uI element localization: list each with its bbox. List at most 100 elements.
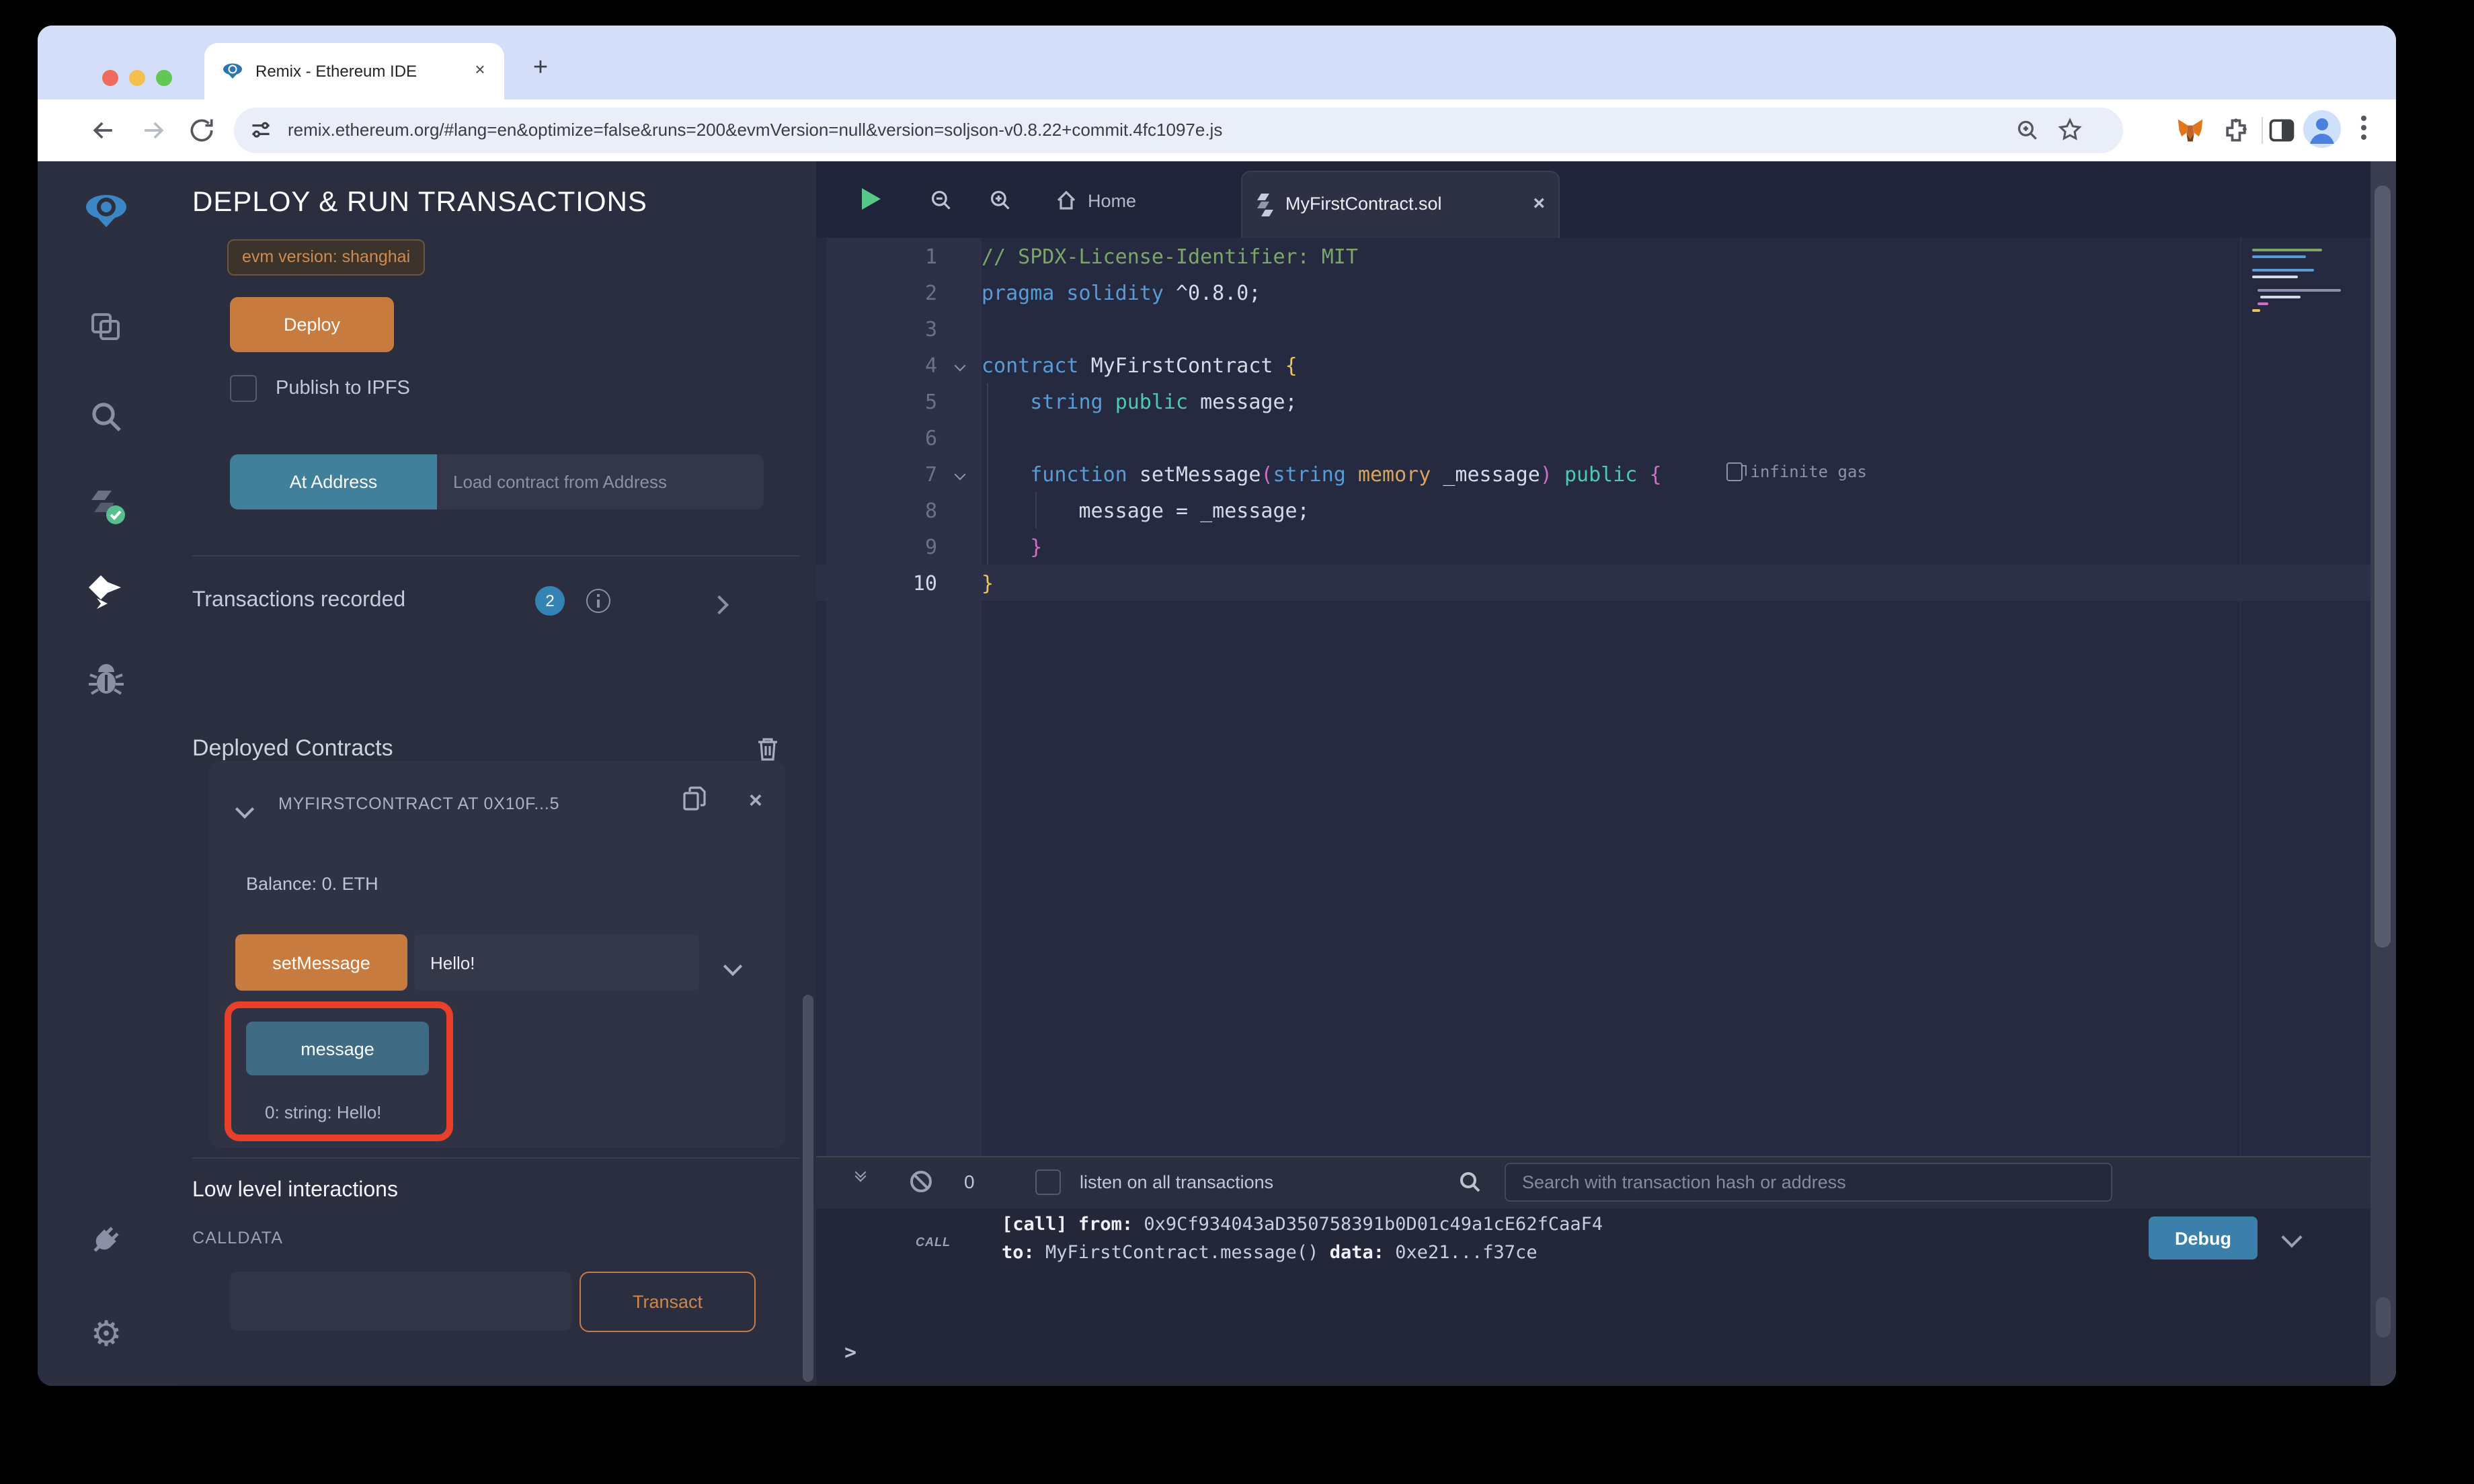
activity-rail: ⚙ — [38, 161, 176, 1386]
code-line[interactable]: 4contract MyFirstContract { — [816, 347, 2370, 383]
tab-title: Remix - Ethereum IDE — [255, 62, 417, 81]
at-address-button[interactable]: At Address — [230, 454, 437, 509]
expand-terminal-icon[interactable] — [856, 1172, 865, 1180]
extensions-icon[interactable] — [2221, 116, 2251, 145]
code-line[interactable]: 8 message = _message; — [816, 492, 2370, 528]
code-line[interactable]: 2pragma solidity ^0.8.0; — [816, 274, 2370, 311]
panel-scrollbar[interactable] — [803, 995, 813, 1382]
publish-ipfs-label: Publish to IPFS — [276, 378, 410, 399]
clear-console-icon[interactable] — [910, 1171, 932, 1192]
close-window-button[interactable] — [102, 70, 118, 86]
plugin-manager-icon[interactable] — [38, 1204, 175, 1274]
screen: Remix - Ethereum IDE × + remix.ethereum.… — [0, 0, 2474, 1484]
file-explorer-icon[interactable] — [38, 292, 175, 362]
message-result: 0: string: Hello! — [265, 1102, 381, 1122]
terminal-search-icon — [1459, 1171, 1482, 1194]
set-message-expand-chevron-icon[interactable] — [726, 956, 740, 980]
editor-toolbar: Home MyFirstContract.sol × — [816, 161, 2370, 238]
scrollbar-thumb[interactable] — [2375, 186, 2391, 948]
gas-annotation: infinite gas — [1726, 462, 1867, 481]
site-settings-icon[interactable] — [249, 118, 273, 142]
settings-gear-icon[interactable]: ⚙ — [38, 1298, 175, 1368]
contract-close-icon[interactable]: × — [749, 788, 762, 815]
code-line[interactable]: 1// SPDX-License-Identifier: MIT — [816, 238, 2370, 274]
zoom-window-button[interactable] — [156, 70, 172, 86]
info-icon[interactable] — [586, 589, 610, 613]
code-line[interactable]: 6 — [816, 419, 2370, 456]
zoom-page-icon[interactable] — [2016, 118, 2040, 142]
code-editor[interactable]: 1// SPDX-License-Identifier: MIT2pragma … — [816, 238, 2370, 1156]
at-address-input[interactable] — [437, 454, 764, 509]
log-collapse-chevron-icon[interactable] — [2284, 1227, 2299, 1251]
minimize-window-button[interactable] — [129, 70, 145, 86]
zoom-out-icon[interactable] — [930, 190, 952, 211]
divider — [192, 1157, 800, 1159]
transactions-recorded-label: Transactions recorded — [192, 589, 405, 613]
code-line[interactable]: 5 string public message; — [816, 383, 2370, 419]
scrollbar-pill[interactable] — [2376, 1297, 2391, 1337]
solidity-compiler-icon[interactable] — [38, 472, 175, 542]
bookmark-star-icon[interactable] — [2057, 117, 2083, 142]
debug-button[interactable]: Debug — [2149, 1217, 2258, 1260]
listen-transactions-checkbox[interactable] — [1035, 1169, 1061, 1195]
calldata-label: CALLDATA — [192, 1229, 283, 1247]
calldata-input[interactable] — [230, 1272, 571, 1331]
code-line[interactable]: 10} — [816, 565, 2370, 601]
evm-version-badge: evm version: shanghai — [227, 239, 425, 276]
contract-balance: Balance: 0. ETH — [246, 874, 378, 894]
metamask-extension-icon[interactable] — [2176, 116, 2205, 145]
search-icon[interactable] — [38, 382, 175, 452]
deploy-button[interactable]: Deploy — [230, 297, 394, 352]
tab-close-icon[interactable]: × — [469, 59, 491, 81]
file-tab-close-icon[interactable]: × — [1533, 192, 1545, 215]
terminal-log-lines[interactable]: [call] from: 0x9Cf934043aD350758391b0D01… — [1002, 1211, 1603, 1268]
terminal-count: 0 — [964, 1171, 975, 1192]
deployed-contract-card: MYFIRSTCONTRACT AT 0X10F...5 × Balance: … — [208, 761, 785, 1148]
tab-home[interactable]: Home — [1055, 180, 1136, 220]
set-message-button[interactable]: setMessage — [235, 934, 407, 991]
deployed-contracts-header: Deployed Contracts — [192, 735, 393, 762]
side-panel-icon[interactable] — [2267, 116, 2297, 145]
page-scrollbar[interactable] — [2370, 161, 2396, 1386]
trash-icon[interactable] — [756, 735, 780, 762]
refresh-icon[interactable] — [187, 116, 216, 145]
copy-address-icon[interactable] — [682, 785, 706, 812]
contract-collapse-chevron-icon[interactable] — [238, 798, 251, 823]
terminal-toolbar: 0 listen on all transactions — [816, 1157, 2370, 1208]
call-badge: CALL — [916, 1235, 951, 1249]
terminal-search-input[interactable] — [1505, 1163, 2112, 1202]
low-level-header: Low level interactions — [192, 1179, 398, 1203]
terminal-prompt[interactable]: > — [844, 1340, 856, 1364]
url-bar[interactable]: remix.ethereum.org/#lang=en&optimize=fal… — [234, 108, 2123, 153]
transact-button[interactable]: Transact — [580, 1272, 756, 1332]
profile-avatar[interactable] — [2303, 110, 2341, 148]
url-text[interactable]: remix.ethereum.org/#lang=en&optimize=fal… — [288, 120, 2022, 140]
browser-titlebar: Remix - Ethereum IDE × + — [38, 26, 2396, 99]
file-tab-label: MyFirstContract.sol — [1285, 194, 1442, 214]
zoom-in-icon[interactable] — [990, 190, 1011, 211]
debugger-icon[interactable] — [38, 645, 175, 715]
listen-transactions-label: listen on all transactions — [1080, 1172, 1273, 1192]
set-message-input[interactable] — [414, 934, 699, 991]
panel-title: DEPLOY & RUN TRANSACTIONS — [192, 187, 647, 219]
new-tab-button[interactable]: + — [522, 51, 559, 89]
tab-file-active[interactable]: MyFirstContract.sol × — [1241, 171, 1560, 238]
run-script-icon[interactable] — [859, 186, 881, 207]
terminal: 0 listen on all transactions CALL [call]… — [816, 1156, 2370, 1386]
back-icon[interactable] — [89, 116, 118, 145]
publish-ipfs-checkbox[interactable] — [230, 375, 257, 402]
home-icon — [1055, 190, 1077, 211]
browser-tab[interactable]: Remix - Ethereum IDE × — [204, 43, 504, 99]
code-line[interactable]: 3 — [816, 311, 2370, 347]
message-button[interactable]: message — [246, 1022, 429, 1075]
browser-navbar: remix.ethereum.org/#lang=en&optimize=fal… — [38, 99, 2396, 161]
deploy-and-run-icon[interactable] — [38, 556, 175, 626]
remix-logo[interactable] — [38, 177, 175, 247]
code-line[interactable]: 9 } — [816, 528, 2370, 565]
transactions-expand-chevron-icon[interactable] — [713, 594, 726, 618]
code-line[interactable]: 7 function setMessage(string memory _mes… — [816, 456, 2370, 492]
forward-icon[interactable] — [138, 116, 168, 145]
browser-menu-icon[interactable] — [2361, 116, 2366, 145]
minimap[interactable] — [2240, 238, 2372, 1156]
code-area[interactable]: 1// SPDX-License-Identifier: MIT2pragma … — [816, 238, 2370, 601]
